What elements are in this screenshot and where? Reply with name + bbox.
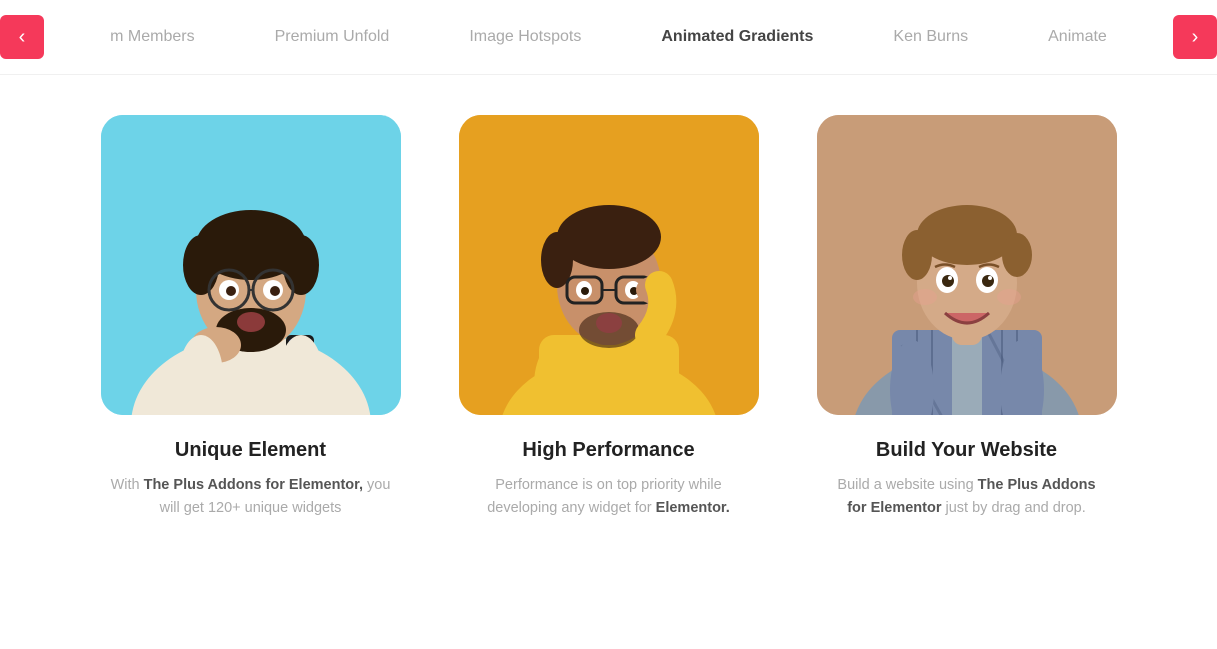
- person3-background: [817, 115, 1117, 415]
- card-unique-title: Unique Element: [175, 439, 326, 462]
- card-image-unique: [101, 115, 401, 415]
- card-performance-title: High Performance: [522, 439, 694, 462]
- person1-illustration: [101, 115, 401, 415]
- nav-items-list: m Members Premium Unfold Image Hotspots …: [10, 18, 1207, 56]
- person1-background: [101, 115, 401, 415]
- card-performance-desc: Performance is on top priority while dev…: [469, 474, 749, 520]
- nav-item-ken-burns[interactable]: Ken Burns: [853, 18, 1008, 56]
- person2-background: [459, 115, 759, 415]
- card-image-performance: [459, 115, 759, 415]
- person2-illustration: [459, 115, 759, 415]
- nav-item-animated-gradients[interactable]: Animated Gradients: [621, 18, 853, 56]
- nav-item-premium-unfold[interactable]: Premium Unfold: [235, 18, 430, 56]
- card-high-performance: High Performance Performance is on top p…: [449, 115, 769, 520]
- prev-button[interactable]: ‹: [0, 15, 44, 59]
- card-website-title: Build Your Website: [876, 439, 1057, 462]
- card-unique-desc: With The Plus Addons for Elementor, you …: [111, 474, 391, 520]
- person3-illustration: [817, 115, 1117, 415]
- nav-item-image-hotspots[interactable]: Image Hotspots: [429, 18, 621, 56]
- navigation-bar: ‹ m Members Premium Unfold Image Hotspot…: [0, 0, 1217, 74]
- card-build-website: Build Your Website Build a website using…: [807, 115, 1127, 520]
- cards-section: Unique Element With The Plus Addons for …: [0, 75, 1217, 550]
- nav-item-members[interactable]: m Members: [70, 18, 234, 56]
- card-image-website: [817, 115, 1117, 415]
- nav-item-animate[interactable]: Animate: [1008, 18, 1147, 56]
- next-button[interactable]: ›: [1173, 15, 1217, 59]
- card-website-desc: Build a website using The Plus Addons fo…: [827, 474, 1107, 520]
- card-unique-element: Unique Element With The Plus Addons for …: [91, 115, 411, 520]
